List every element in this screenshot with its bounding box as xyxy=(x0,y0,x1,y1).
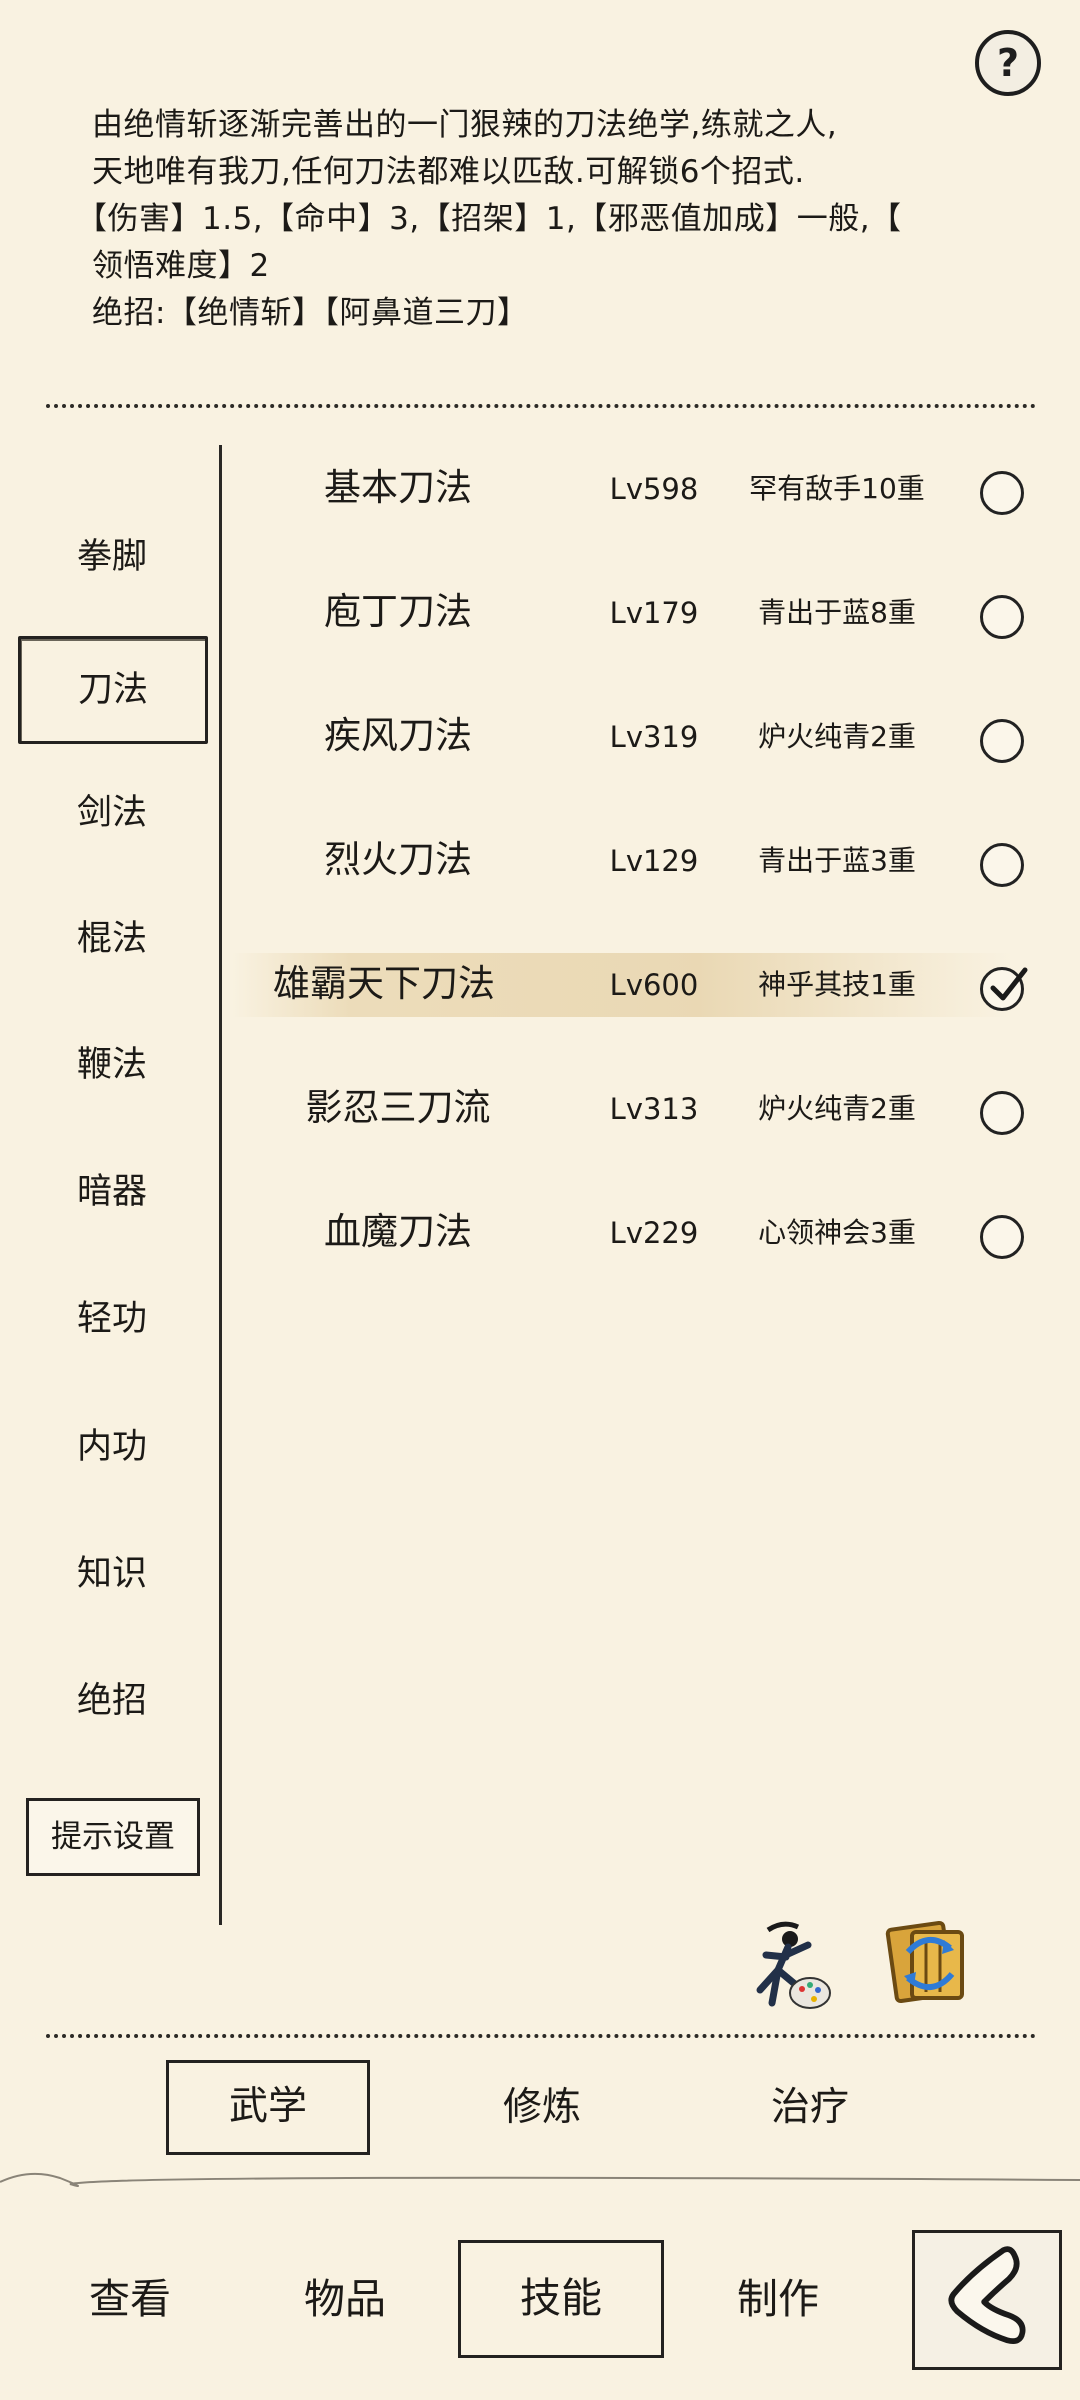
description-stats: 【伤害】1.5,【命中】3,【招架】1,【邪恶值加成】一般,【 xyxy=(76,201,902,237)
skill-name: 庖丁刀法 xyxy=(324,590,472,633)
category-gunfa[interactable]: 棍法 xyxy=(22,890,202,988)
skill-level: Lv600 xyxy=(609,968,699,1002)
skill-name: 基本刀法 xyxy=(324,466,472,509)
bottom-divider xyxy=(46,2034,1036,2038)
skill-realm: 炉火纯青2重 xyxy=(758,1092,916,1125)
skill-row-selected[interactable]: 雄霸天下刀法 Lv600 神乎其技1重 xyxy=(232,931,1044,1041)
subtab-xiulian[interactable]: 修炼 xyxy=(440,2060,644,2155)
checkmark-icon xyxy=(990,967,1028,1001)
skill-realm: 青出于蓝3重 xyxy=(758,844,916,877)
description-ultimate: 绝招:【绝情斩】【阿鼻道三刀】 xyxy=(92,295,529,331)
description-line: 由绝情斩逐渐完善出的一门狠辣的刀法绝学,练就之人, xyxy=(92,107,838,143)
description-line: 天地唯有我刀,任何刀法都难以匹敌.可解锁6个招式. xyxy=(92,154,805,190)
description-stats-cont: 领悟难度】2 xyxy=(92,248,270,284)
skill-name: 血魔刀法 xyxy=(324,1210,472,1253)
back-button[interactable] xyxy=(912,2230,1062,2370)
skill-level: Lv129 xyxy=(609,844,699,878)
martial-artist-palette-icon[interactable] xyxy=(738,1915,838,2015)
skill-description: 由绝情斩逐渐完善出的一门狠辣的刀法绝学,练就之人, 天地唯有我刀,任何刀法都难以… xyxy=(76,102,992,337)
skill-name: 疾风刀法 xyxy=(324,714,472,757)
skill-select-radio[interactable] xyxy=(980,719,1024,763)
skill-row[interactable]: 疾风刀法 Lv319 炉火纯青2重 xyxy=(232,683,1044,793)
skill-select-radio[interactable] xyxy=(980,595,1024,639)
skill-select-radio[interactable] xyxy=(980,967,1028,1011)
hint-settings-button[interactable]: 提示设置 xyxy=(26,1798,200,1876)
skill-name: 影忍三刀流 xyxy=(305,1086,491,1129)
category-zhishi[interactable]: 知识 xyxy=(22,1525,202,1623)
skill-level: Lv313 xyxy=(609,1092,699,1126)
skill-name: 雄霸天下刀法 xyxy=(273,962,495,1005)
skill-row[interactable]: 烈火刀法 Lv129 青出于蓝3重 xyxy=(232,807,1044,917)
nav-chakan[interactable]: 查看 xyxy=(40,2240,220,2358)
top-divider xyxy=(46,404,1036,408)
skill-realm: 神乎其技1重 xyxy=(758,968,916,1001)
skill-level: Lv319 xyxy=(609,720,699,754)
nav-zhizuo[interactable]: 制作 xyxy=(688,2240,868,2358)
skill-select-radio[interactable] xyxy=(980,471,1024,515)
skill-realm: 炉火纯青2重 xyxy=(758,720,916,753)
ink-swirl-divider xyxy=(0,2172,1080,2187)
category-quanjiao[interactable]: 拳脚 xyxy=(22,508,202,606)
nav-wupin[interactable]: 物品 xyxy=(255,2240,435,2358)
skill-realm: 青出于蓝8重 xyxy=(758,596,916,629)
skill-select-radio[interactable] xyxy=(980,1091,1024,1135)
skill-row[interactable]: 基本刀法 Lv598 罕有敌手10重 xyxy=(232,435,1044,545)
skill-select-radio[interactable] xyxy=(980,843,1024,887)
category-jianfa[interactable]: 剑法 xyxy=(22,764,202,862)
skill-level: Lv229 xyxy=(609,1216,699,1250)
category-bianfa[interactable]: 鞭法 xyxy=(22,1016,202,1114)
nav-jineng[interactable]: 技能 xyxy=(458,2240,664,2358)
skill-realm: 心领神会3重 xyxy=(758,1216,916,1249)
skill-level: Lv179 xyxy=(609,596,699,630)
subtab-wuxue[interactable]: 武学 xyxy=(166,2060,370,2155)
skill-name: 烈火刀法 xyxy=(324,838,472,881)
scroll-swap-icon[interactable] xyxy=(878,1912,978,2012)
category-neigong[interactable]: 内功 xyxy=(22,1398,202,1496)
skill-row[interactable]: 庖丁刀法 Lv179 青出于蓝8重 xyxy=(232,559,1044,669)
help-icon: ? xyxy=(997,41,1019,85)
category-daofa[interactable]: 刀法 xyxy=(18,636,208,744)
help-button[interactable]: ? xyxy=(975,30,1041,96)
category-divider xyxy=(219,445,222,1925)
svg-text:?: ? xyxy=(997,41,1019,85)
category-juezhao[interactable]: 绝招 xyxy=(22,1652,202,1750)
category-qinggong[interactable]: 轻功 xyxy=(22,1270,202,1368)
back-arrow-icon xyxy=(948,2246,1026,2345)
skill-select-radio[interactable] xyxy=(980,1215,1024,1259)
skill-realm: 罕有敌手10重 xyxy=(749,472,925,505)
category-anqi[interactable]: 暗器 xyxy=(22,1143,202,1241)
skill-level: Lv598 xyxy=(609,472,699,506)
subtab-zhiliao[interactable]: 治疗 xyxy=(708,2060,912,2155)
skill-row[interactable]: 血魔刀法 Lv229 心领神会3重 xyxy=(232,1179,1044,1289)
skill-row[interactable]: 影忍三刀流 Lv313 炉火纯青2重 xyxy=(232,1055,1044,1165)
